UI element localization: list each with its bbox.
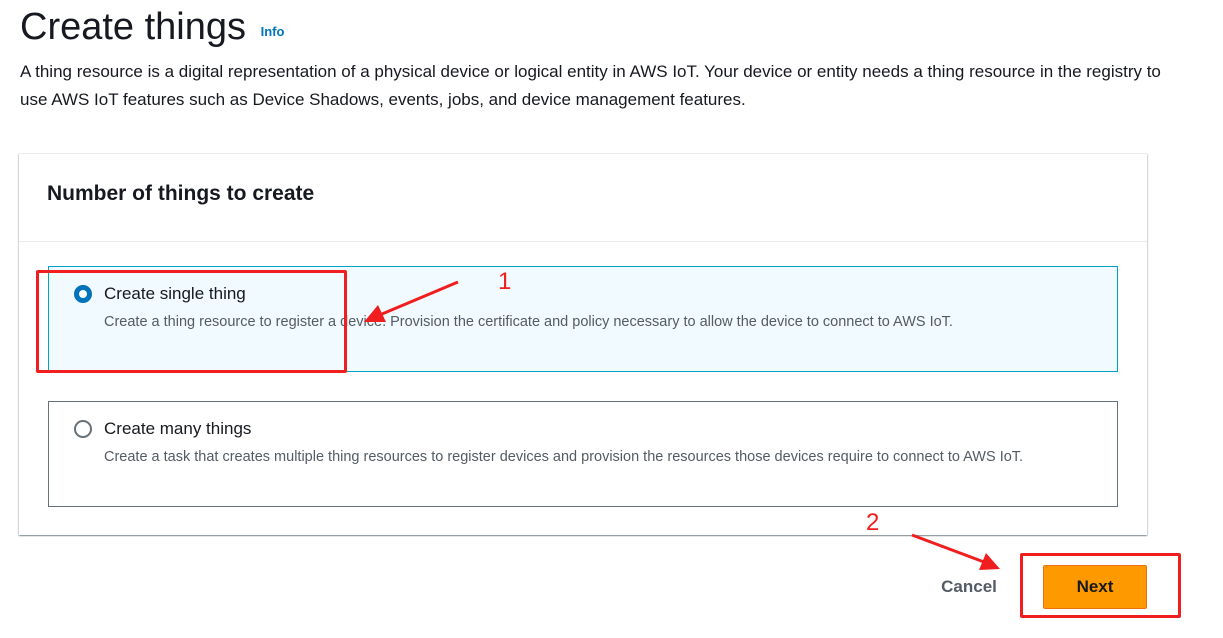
- page-title-text: Create things: [20, 6, 247, 48]
- number-of-things-panel: Number of things to create Create single…: [19, 153, 1147, 535]
- radio-create-many-things[interactable]: [74, 420, 92, 438]
- panel-header: Number of things to create: [19, 154, 1147, 242]
- page-description: A thing resource is a digital representa…: [20, 62, 1161, 109]
- option-create-many-things[interactable]: Create many things Create a task that cr…: [48, 401, 1118, 507]
- annotation-arrow-2: [911, 533, 1000, 570]
- option-description-single: Create a thing resource to register a de…: [104, 314, 953, 330]
- page-title: Create things Info: [20, 4, 284, 55]
- option-description-many: Create a task that creates multiple thin…: [104, 449, 1024, 465]
- info-link[interactable]: Info: [261, 24, 285, 39]
- radio-create-single-thing[interactable]: [74, 285, 92, 303]
- option-label-single: Create single thing: [104, 284, 246, 303]
- cancel-button[interactable]: Cancel: [928, 570, 1010, 604]
- panel-title: Number of things to create: [47, 182, 315, 205]
- option-label-many: Create many things: [104, 419, 252, 438]
- option-create-single-thing[interactable]: Create single thing Create a thing resou…: [48, 266, 1118, 372]
- next-button[interactable]: Next: [1043, 565, 1147, 609]
